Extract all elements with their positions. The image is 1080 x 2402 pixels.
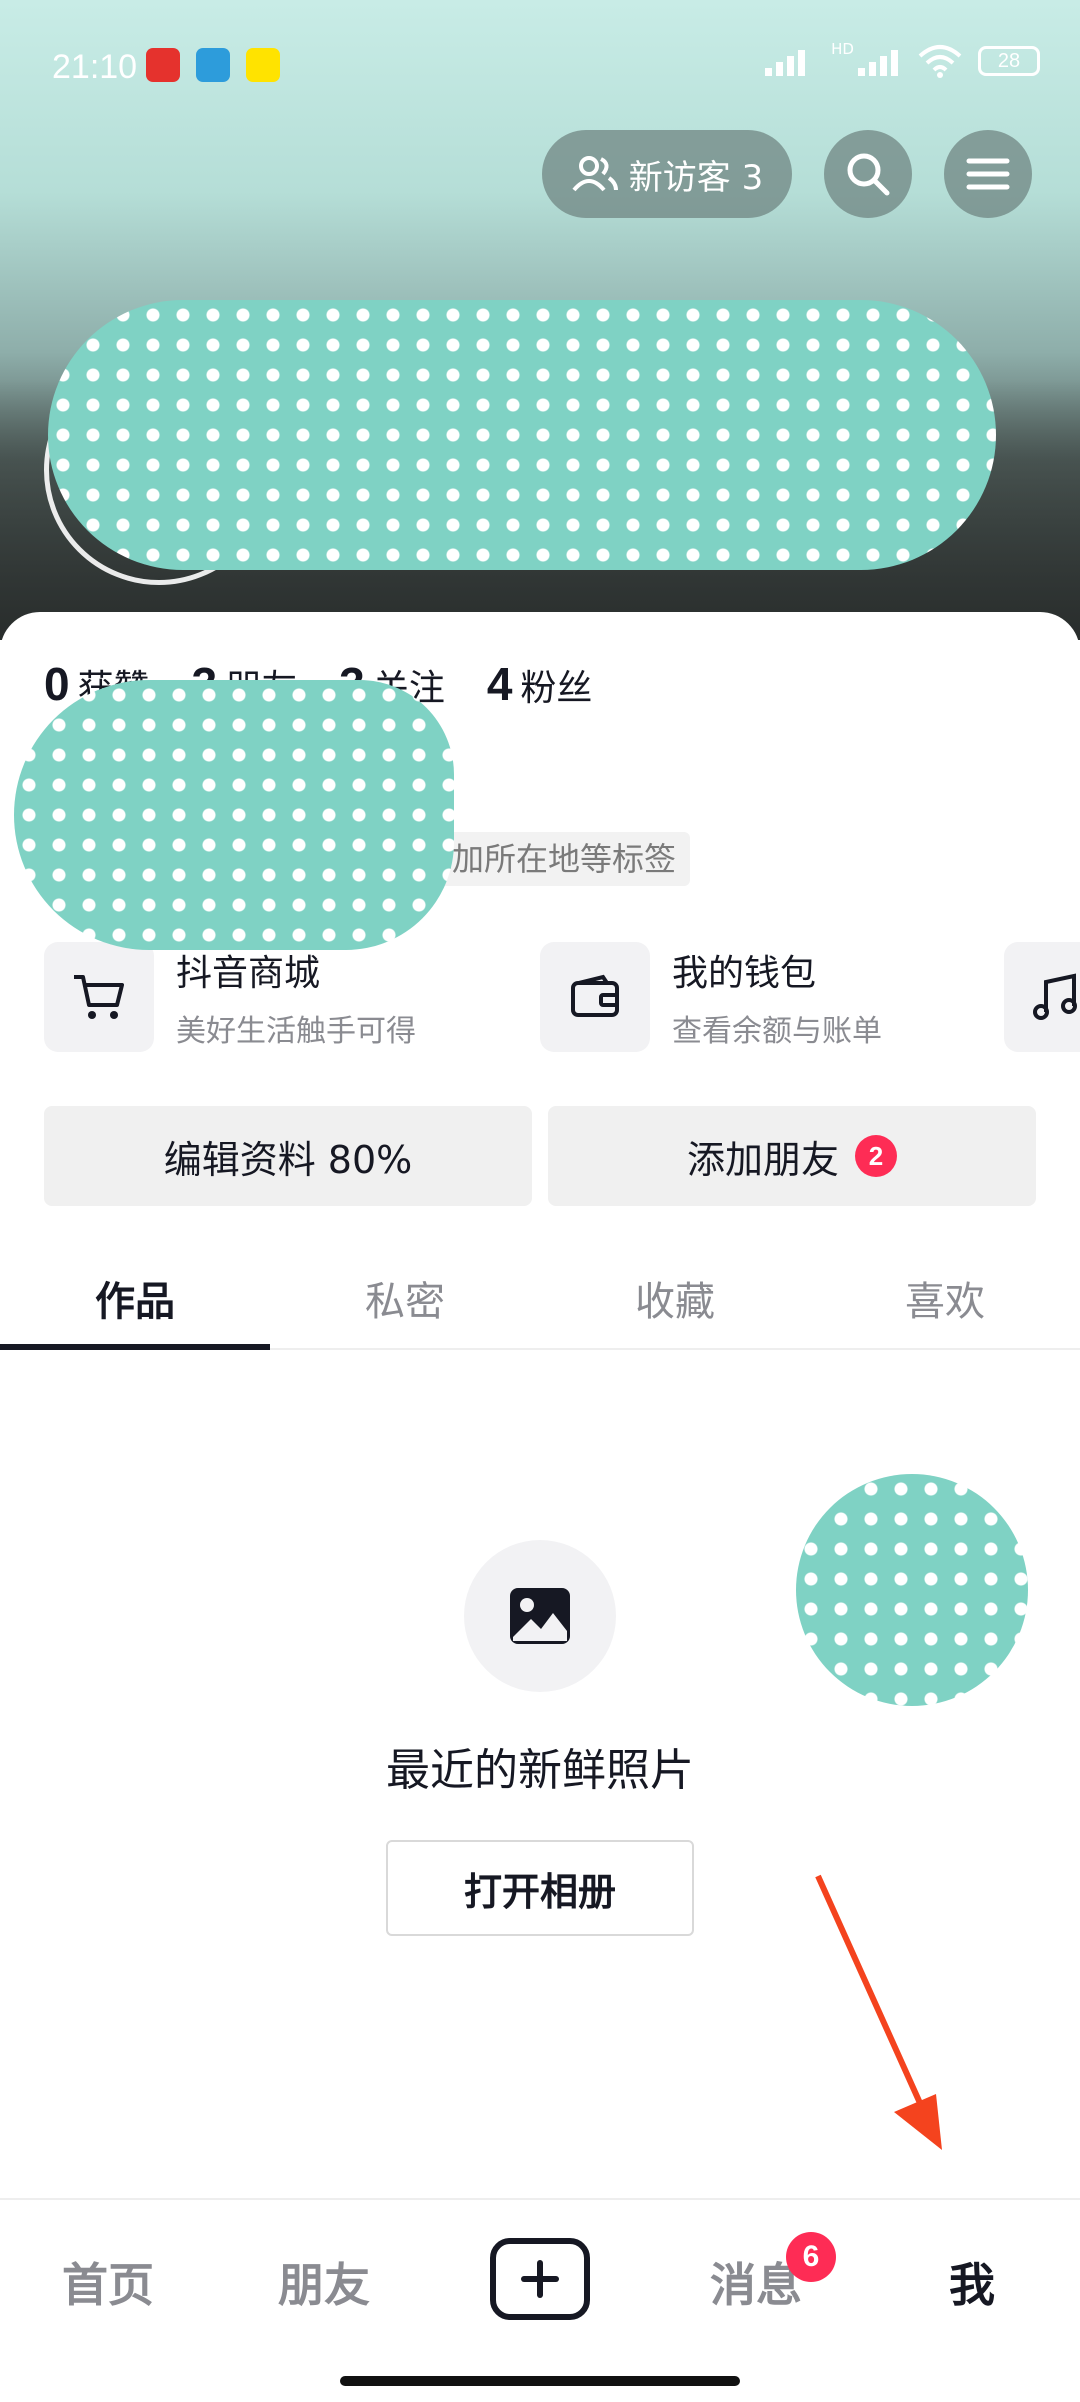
- bottom-navigation: 首页 朋友 消息 6 我: [0, 2198, 1080, 2402]
- messages-badge: 6: [786, 2232, 836, 2282]
- nav-friends[interactable]: 朋友: [254, 2242, 394, 2322]
- annotation-arrow: [815, 1874, 942, 2150]
- plus-icon: [521, 2260, 559, 2298]
- create-button[interactable]: [490, 2238, 590, 2320]
- nav-home[interactable]: 首页: [38, 2242, 178, 2322]
- home-indicator[interactable]: [340, 2376, 740, 2386]
- nav-me[interactable]: 我: [902, 2242, 1042, 2322]
